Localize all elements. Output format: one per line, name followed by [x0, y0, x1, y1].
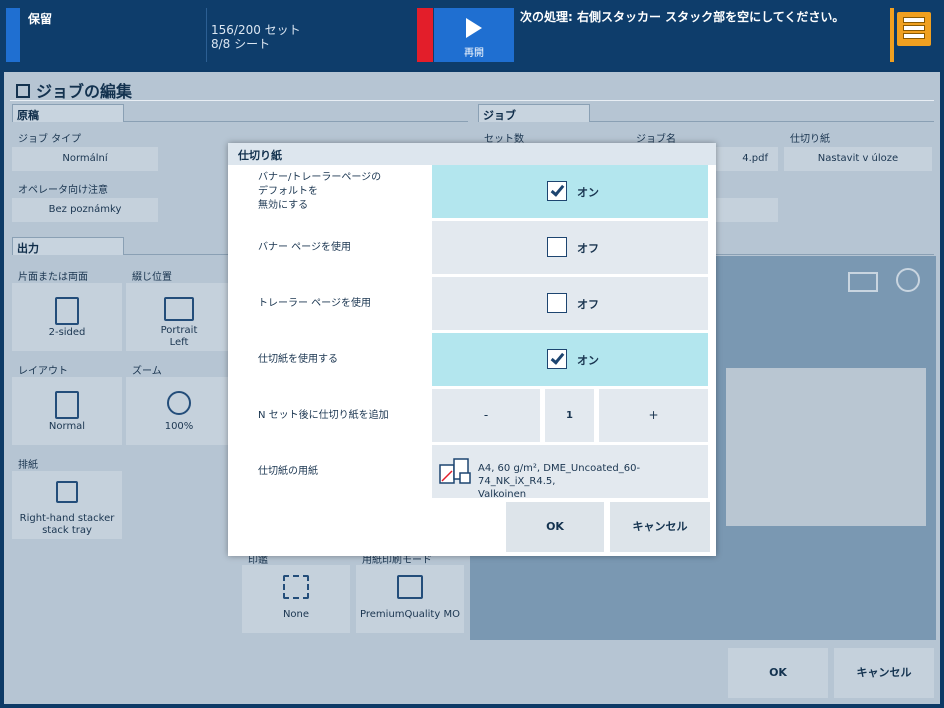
decrement-button[interactable]: - [432, 389, 540, 442]
section-job: ジョブ [478, 104, 590, 122]
binding-tile[interactable]: Portrait Left [126, 283, 232, 351]
row-value: オン [432, 333, 708, 386]
binding-label: 綴じ位置 [132, 272, 172, 283]
increment-button[interactable]: + [599, 389, 708, 442]
play-icon [466, 18, 482, 38]
output-tray-tile[interactable]: Right-hand stacker stack tray [12, 471, 122, 539]
page-thumbnail [726, 368, 926, 526]
separator-media-row: 仕切紙の用紙 A4, 60 g/m², DME_Uncoated_60-74_N… [230, 445, 710, 500]
zoom-tile[interactable]: 100% [126, 377, 232, 445]
section-original: 原稿 [12, 104, 124, 122]
layout-tile[interactable]: Normal [12, 377, 122, 445]
window-footer: OK キャンセル [4, 642, 940, 704]
book-view-icon[interactable] [848, 272, 878, 292]
stacker-icon [56, 481, 78, 503]
print-quality-icon [397, 575, 423, 599]
separator-field[interactable]: Nastavit v úloze [784, 147, 932, 171]
layout-label: レイアウト [18, 366, 68, 377]
row-value: オフ [432, 277, 708, 330]
next-action-message: 次の処理: 右側スタッカー スタック部を空にしてください。 [520, 10, 845, 24]
banner-page-checkbox[interactable] [547, 237, 567, 257]
job-status: 保留 [28, 12, 53, 26]
trailer-page-row: トレーラー ページを使用 オフ [230, 277, 710, 330]
sides-tile[interactable]: 2-sided [12, 283, 122, 351]
row-value: オン [432, 165, 708, 218]
separator-label: 仕切り紙 [790, 134, 830, 145]
banner-page-row: バナー ページを使用 オフ [230, 221, 710, 274]
page-title: ジョブの編集 [16, 78, 132, 102]
row-label: 仕切紙の用紙 [230, 445, 432, 498]
media-icon [439, 458, 471, 484]
disable-banner-trailer-row: バナー/トレーラーページの デフォルトを 無効にする オン [230, 165, 710, 218]
use-separator-checkbox[interactable] [547, 349, 567, 369]
media-field[interactable]: A4, 60 g/m², DME_Uncoated_60-74_NK_iX_R4… [432, 445, 708, 500]
zoom-label: ズーム [132, 366, 162, 377]
output-tray-label: 排紙 [18, 460, 38, 471]
job-type-field[interactable]: Normální [12, 147, 158, 171]
row-label: N セット後に仕切り紙を追加 [230, 389, 432, 442]
n-sets-value[interactable]: 1 [545, 389, 594, 442]
disable-defaults-checkbox[interactable] [547, 181, 567, 201]
status-bar: 保留 156/200 セット 8/8 シート 再開 次の処理: 右側スタッカー … [0, 0, 944, 70]
operator-note-label: オペレータ向け注意 [18, 185, 108, 196]
row-label: バナー ページを使用 [230, 221, 432, 274]
error-indicator [417, 8, 433, 62]
magnifier-icon [167, 391, 191, 415]
operator-note-field[interactable]: Bez poznámky [12, 198, 158, 222]
sides-label: 片面または両面 [18, 272, 88, 283]
separator-sheets-dialog: 仕切り紙 バナー/トレーラーページの デフォルトを 無効にする オン バナー ペ… [228, 143, 716, 556]
status-accent [6, 8, 20, 62]
resume-button[interactable]: 再開 [434, 8, 514, 62]
row-label: トレーラー ページを使用 [230, 277, 432, 330]
row-label: 仕切紙を使用する [230, 333, 432, 386]
queue-menu-icon[interactable] [897, 12, 931, 46]
no-stamp-icon [283, 575, 309, 599]
binding-icon [164, 297, 194, 321]
zoom-preview-icon[interactable] [896, 268, 920, 292]
separator [206, 8, 207, 62]
stamp-tile[interactable]: None [242, 565, 350, 633]
print-mode-tile[interactable]: PremiumQuality MO [356, 565, 464, 633]
sheets-count: 8/8 シート [211, 37, 271, 51]
row-value: オフ [432, 221, 708, 274]
sets-count: 156/200 セット [211, 23, 301, 37]
row-label: バナー/トレーラーページの デフォルトを 無効にする [230, 165, 432, 218]
progress-counts: 156/200 セット 8/8 シート [211, 23, 301, 51]
job-type-label: ジョブ タイプ [18, 134, 82, 145]
warning-accent [890, 8, 894, 62]
layout-icon [55, 391, 79, 419]
media-description: A4, 60 g/m², DME_Uncoated_60-74_NK_iX_R4… [478, 463, 641, 500]
dialog-cancel-button[interactable]: キャンセル [610, 502, 710, 552]
dialog-title: 仕切り紙 [228, 143, 716, 165]
resume-label: 再開 [464, 48, 484, 59]
duplex-icon [55, 297, 79, 325]
trailer-page-checkbox[interactable] [547, 293, 567, 313]
dialog-ok-button[interactable]: OK [506, 502, 604, 552]
section-output: 出力 [12, 237, 124, 255]
use-separator-row: 仕切紙を使用する オン [230, 333, 710, 386]
edit-icon [16, 84, 30, 98]
ok-button[interactable]: OK [728, 648, 828, 698]
n-sets-row: N セット後に仕切り紙を追加 - 1 + [230, 389, 710, 442]
cancel-button[interactable]: キャンセル [834, 648, 934, 698]
